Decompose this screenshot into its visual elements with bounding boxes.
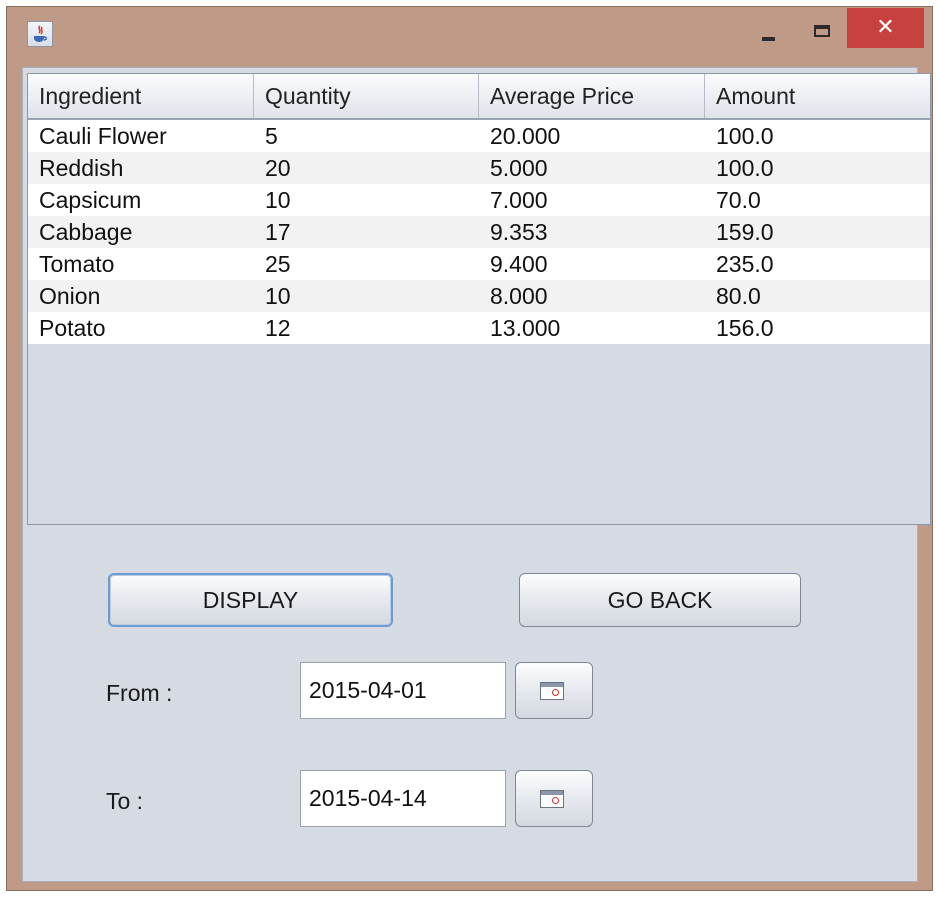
cell-amount: 156.0 [716, 315, 774, 341]
client-area: Ingredient Quantity Average Price Amount… [22, 67, 931, 882]
cell-average-price: 13.000 [490, 315, 561, 341]
to-label: To : [106, 788, 144, 814]
minimize-button[interactable] [750, 11, 786, 49]
table-body: Cauli Flower 5 20.000 100.0 Reddish 20 5… [28, 120, 930, 344]
maximize-button[interactable] [804, 11, 840, 49]
table-row[interactable]: Potato 12 13.000 156.0 [28, 312, 930, 344]
ingredients-table[interactable]: Ingredient Quantity Average Price Amount… [27, 73, 931, 525]
from-label: From : [106, 680, 173, 706]
cell-average-price: 7.000 [490, 187, 548, 213]
app-window: ✕ Ingredient Quantity Average Price Amou… [6, 6, 933, 891]
cell-average-price: 9.353 [490, 219, 548, 245]
java-icon [27, 21, 53, 47]
cell-ingredient: Reddish [39, 155, 124, 181]
cell-amount: 100.0 [716, 155, 774, 181]
cell-ingredient: Cauli Flower [39, 123, 167, 149]
from-date-field[interactable]: 2015-04-01 [300, 662, 506, 719]
table-row[interactable]: Cauli Flower 5 20.000 100.0 [28, 120, 930, 152]
table-header: Ingredient Quantity Average Price Amount [28, 74, 930, 120]
cell-quantity: 10 [265, 283, 291, 309]
display-button[interactable]: DISPLAY [108, 573, 393, 627]
cell-ingredient: Cabbage [39, 219, 133, 245]
calendar-icon [540, 682, 564, 700]
from-date-picker-button[interactable] [515, 662, 593, 719]
cell-ingredient: Onion [39, 283, 101, 309]
cell-amount: 80.0 [716, 283, 761, 309]
cell-quantity: 25 [265, 251, 291, 277]
table-row[interactable]: Onion 10 8.000 80.0 [28, 280, 930, 312]
cell-average-price: 20.000 [490, 123, 561, 149]
cell-average-price: 8.000 [490, 283, 548, 309]
column-header-amount[interactable]: Amount [705, 74, 930, 118]
calendar-icon [540, 790, 564, 808]
cell-quantity: 20 [265, 155, 291, 181]
minimize-icon [762, 37, 775, 41]
cell-ingredient: Tomato [39, 251, 115, 277]
go-back-button[interactable]: GO BACK [519, 573, 801, 627]
table-row[interactable]: Tomato 25 9.400 235.0 [28, 248, 930, 280]
close-icon: ✕ [876, 15, 895, 40]
to-date-picker-button[interactable] [515, 770, 593, 827]
close-button[interactable]: ✕ [847, 8, 924, 48]
cell-ingredient: Potato [39, 315, 106, 341]
cell-average-price: 5.000 [490, 155, 548, 181]
title-bar: ✕ [7, 7, 932, 65]
table-row[interactable]: Capsicum 10 7.000 70.0 [28, 184, 930, 216]
table-row[interactable]: Cabbage 17 9.353 159.0 [28, 216, 930, 248]
to-date-field[interactable]: 2015-04-14 [300, 770, 506, 827]
column-header-ingredient[interactable]: Ingredient [28, 74, 254, 118]
cell-quantity: 5 [265, 123, 278, 149]
cell-amount: 70.0 [716, 187, 761, 213]
cell-quantity: 10 [265, 187, 291, 213]
column-header-quantity[interactable]: Quantity [254, 74, 479, 118]
cell-quantity: 12 [265, 315, 291, 341]
cell-amount: 159.0 [716, 219, 774, 245]
cell-ingredient: Capsicum [39, 187, 142, 213]
cell-quantity: 17 [265, 219, 291, 245]
cell-amount: 100.0 [716, 123, 774, 149]
table-row[interactable]: Reddish 20 5.000 100.0 [28, 152, 930, 184]
column-header-average-price[interactable]: Average Price [479, 74, 705, 118]
cell-average-price: 9.400 [490, 251, 548, 277]
cell-amount: 235.0 [716, 251, 774, 277]
maximize-icon [814, 25, 830, 37]
